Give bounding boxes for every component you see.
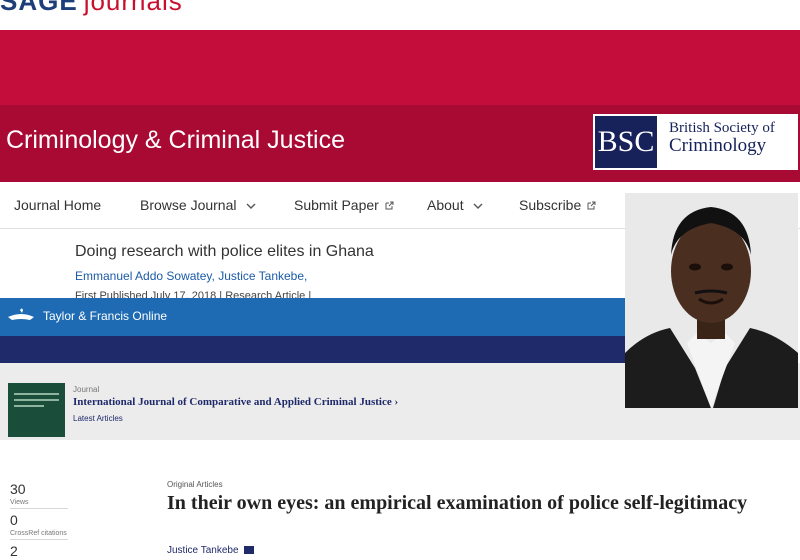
tf-journal-kicker: Journal [73, 385, 100, 394]
author-portrait-graphic [625, 193, 798, 408]
nav-browse-journal[interactable]: Browse Journal [140, 197, 256, 213]
journal-banner [0, 30, 800, 105]
tf-article-section: Original Articles [167, 480, 223, 489]
tf-article-author[interactable]: Justice Tankebe [167, 545, 239, 556]
nav-submit-paper[interactable]: Submit Paper [294, 197, 394, 213]
stat-divider [10, 508, 68, 509]
nav-journal-home[interactable]: Journal Home [14, 197, 101, 213]
tf-article-title[interactable]: In their own eyes: an empirical examinat… [167, 491, 800, 516]
views-label: Views [10, 499, 29, 506]
stat-divider [10, 539, 68, 540]
lamp-icon [8, 308, 34, 320]
sage-article-authors[interactable]: Emmanuel Addo Sowatey, Justice Tankebe, [75, 269, 307, 283]
tf-latest-articles[interactable]: Latest Articles [73, 414, 123, 423]
tf-journal-name[interactable]: International Journal of Comparative and… [73, 396, 398, 408]
nav-browse-journal-label: Browse Journal [140, 197, 237, 213]
bsc-logo[interactable]: BSC British Society of Criminology [593, 114, 798, 170]
crossref-label: CrossRef citations [10, 530, 67, 537]
sage-logo-brand: SAGE [0, 0, 78, 16]
crossref-count: 0 [10, 512, 18, 528]
views-count: 30 [10, 481, 26, 497]
tf-journal-name-text: International Journal of Comparative and… [73, 396, 392, 408]
chevron-down-icon [246, 203, 256, 209]
tf-nav-strip [0, 336, 625, 363]
bsc-logo-abbr: BSC [595, 116, 657, 168]
sage-header: SAGE journals [0, 0, 800, 30]
nav-subscribe-label: Subscribe [519, 197, 582, 213]
chevron-right-icon: › [394, 396, 399, 408]
bsc-logo-name: British Society of Criminology [669, 120, 795, 156]
external-link-icon [587, 201, 596, 210]
author-photo [625, 193, 798, 408]
email-icon[interactable] [244, 546, 254, 554]
external-link-icon [385, 201, 394, 210]
altmetric-count: 2 [10, 543, 18, 559]
journal-cover-image[interactable] [8, 383, 65, 437]
sage-journals-logo[interactable]: SAGE journals [0, 0, 183, 17]
nav-subscribe[interactable]: Subscribe [519, 197, 596, 213]
sage-article-title[interactable]: Doing research with police elites in Gha… [75, 243, 374, 261]
bsc-logo-line2: Criminology [669, 135, 767, 156]
tf-header-bar: Taylor & Francis Online [0, 298, 625, 336]
journal-title[interactable]: Criminology & Criminal Justice [6, 126, 345, 155]
tf-brand-name[interactable]: Taylor & Francis Online [43, 309, 167, 323]
nav-about-label: About [427, 197, 464, 213]
chevron-down-icon [473, 203, 483, 209]
nav-about[interactable]: About [427, 197, 483, 213]
nav-submit-paper-label: Submit Paper [294, 197, 379, 213]
nav-journal-home-label: Journal Home [14, 197, 102, 213]
sage-logo-suffix: journals [83, 0, 183, 16]
